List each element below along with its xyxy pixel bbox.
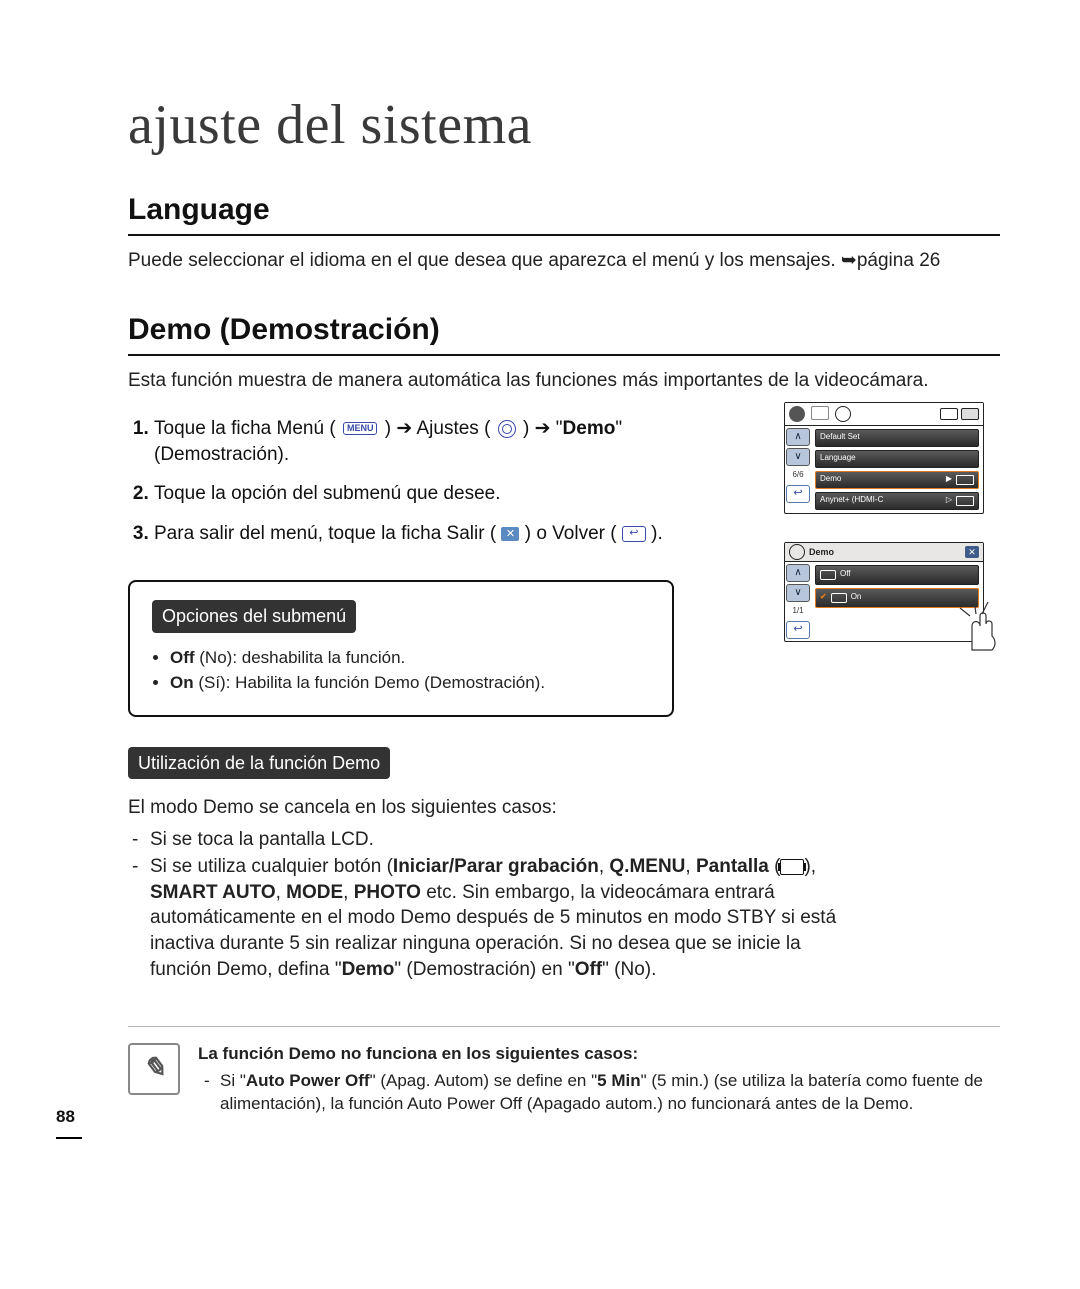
scroll-down-icon: ∨ bbox=[786, 584, 810, 602]
menu-icon: MENU bbox=[343, 422, 378, 435]
menu-item-language: Language bbox=[815, 450, 979, 468]
use-title: Utilización de la función Demo bbox=[128, 747, 390, 779]
tab-gear-active-icon bbox=[789, 406, 805, 422]
submenu-off: Off (No): deshabilita la función. bbox=[170, 647, 650, 670]
using-demo-section: Utilización de la función Demo El modo D… bbox=[128, 747, 848, 983]
use-intro: El modo Demo se cancela en los siguiente… bbox=[128, 795, 848, 821]
language-heading: Language bbox=[128, 190, 1000, 237]
close-icon: ✕ bbox=[965, 546, 979, 558]
touch-hand-icon bbox=[954, 596, 1004, 652]
gear-icon bbox=[789, 544, 805, 560]
submenu-title: Opciones del submenú bbox=[152, 600, 356, 632]
demo-title: Demo bbox=[809, 546, 834, 558]
page-number-underline bbox=[56, 1137, 82, 1139]
submenu-on: On (Sí): Habilita la función Demo (Demos… bbox=[170, 672, 650, 695]
page-indicator: 1/1 bbox=[792, 604, 803, 619]
page-indicator: 6/6 bbox=[792, 468, 803, 483]
screenshot-settings-menu: ∧ ∨ 6/6 ↩ Default Set Language Demo▶ Any… bbox=[784, 402, 984, 514]
note-text: La función Demo no funciona en los sigui… bbox=[198, 1043, 1000, 1116]
menu-item-demo: Demo▶ bbox=[815, 471, 979, 489]
manual-page: ajuste del sistema Language Puede selecc… bbox=[0, 0, 1080, 1289]
step-1: Toque la ficha Menú ( MENU ) ➔ Ajustes (… bbox=[154, 416, 762, 467]
demo-steps: Toque la ficha Menú ( MENU ) ➔ Ajustes (… bbox=[128, 416, 762, 547]
cancel-case-2: Si se utiliza cualquier botón (Iniciar/P… bbox=[150, 854, 848, 982]
scroll-down-icon: ∨ bbox=[786, 448, 810, 466]
scroll-up-icon: ∧ bbox=[786, 564, 810, 582]
card-icon bbox=[940, 408, 958, 420]
demo-description: Esta función muestra de manera automátic… bbox=[128, 368, 1000, 394]
step-2: Toque la opción del submenú que desee. bbox=[154, 481, 762, 507]
cancel-case-1: Si se toca la pantalla LCD. bbox=[150, 827, 848, 853]
demo-heading: Demo (Demostración) bbox=[128, 310, 1000, 357]
tab-icon bbox=[811, 406, 829, 420]
gear-icon bbox=[498, 419, 516, 438]
back-icon: ↩ bbox=[786, 621, 810, 639]
chapter-title: ajuste del sistema bbox=[128, 88, 1000, 164]
scroll-up-icon: ∧ bbox=[786, 428, 810, 446]
page-number: 88 bbox=[56, 1106, 75, 1129]
exit-icon: ✕ bbox=[501, 527, 519, 541]
display-icon bbox=[780, 859, 804, 875]
menu-item-anynet: Anynet+ (HDMI-C▷ bbox=[815, 492, 979, 510]
submenu-list: Off (No): deshabilita la función. On (Sí… bbox=[170, 647, 650, 695]
menu-item-default-set: Default Set bbox=[815, 429, 979, 447]
submenu-options-box: Opciones del submenú Off (No): deshabili… bbox=[128, 580, 674, 716]
back-icon: ↩ bbox=[786, 485, 810, 503]
note-icon: ✎ bbox=[128, 1043, 180, 1095]
option-off: Off bbox=[815, 565, 979, 585]
battery-icon bbox=[961, 408, 979, 420]
tab-gear-icon bbox=[835, 406, 851, 422]
step-3: Para salir del menú, toque la ficha Sali… bbox=[154, 521, 762, 547]
note-box: ✎ La función Demo no funciona en los sig… bbox=[128, 1026, 1000, 1116]
back-icon: ↩ bbox=[622, 526, 646, 542]
language-description: Puede seleccionar el idioma en el que de… bbox=[128, 248, 1000, 274]
